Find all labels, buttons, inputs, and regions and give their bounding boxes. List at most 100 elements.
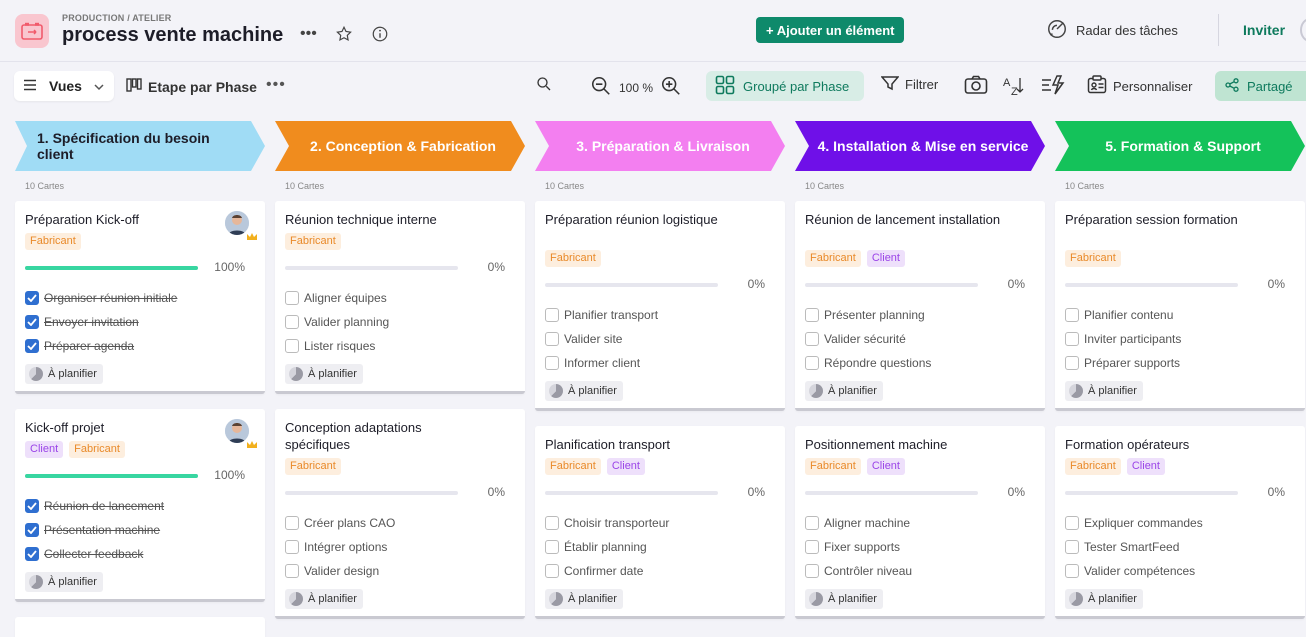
checklist-item[interactable]: Établir planning [545,535,669,559]
checkbox[interactable] [1065,308,1079,322]
card-title[interactable]: Préparation Kick-off [25,211,221,228]
status-badge[interactable]: À planifier [545,589,623,609]
zoom-in-icon[interactable] [660,75,682,100]
tag-client[interactable]: Client [606,458,645,475]
phase-header[interactable]: 4. Installation & Mise en service [795,121,1045,171]
checklist-item[interactable]: Répondre questions [805,351,931,375]
checklist-item[interactable]: Aligner machine [805,511,912,535]
status-badge[interactable]: À planifier [805,589,883,609]
checklist-item[interactable]: Planifier transport [545,303,658,327]
checklist-item[interactable]: Valider sécurité [805,327,931,351]
tag-client[interactable]: Client [1126,458,1165,475]
checkbox[interactable] [25,523,39,537]
checkbox[interactable] [545,332,559,346]
checklist-item[interactable]: Choisir transporteur [545,511,669,535]
checkbox[interactable] [1065,332,1079,346]
status-badge[interactable]: À planifier [545,381,623,401]
checkbox[interactable] [805,516,819,530]
invite-button[interactable]: Inviter [1243,22,1285,38]
checklist-item[interactable]: Préparer agenda [25,334,177,358]
user-avatar[interactable] [1300,18,1306,42]
group-by-button[interactable]: Groupé par Phase [706,71,864,101]
card-title[interactable]: Préparation réunion logistique [545,211,741,228]
views-dropdown[interactable]: Vues [14,71,114,101]
card-title[interactable]: Kick-off projet [25,419,221,436]
card-title[interactable]: Formation opérateurs [1065,436,1261,453]
phase-header[interactable]: 1. Spécification du besoin client [15,121,265,171]
checklist-item[interactable]: Aligner équipes [285,286,389,310]
search-icon[interactable] [535,75,553,93]
app-icon[interactable] [15,14,49,48]
status-badge[interactable]: À planifier [1065,589,1143,609]
checkbox[interactable] [285,564,299,578]
checkbox[interactable] [805,356,819,370]
card-title[interactable]: Réunion de lancement installation [805,211,1001,228]
customize-button[interactable]: Personnaliser [1087,75,1193,98]
checklist-item[interactable]: Expliquer commandes [1065,511,1203,535]
tag-client[interactable]: Client [866,250,905,267]
checkbox[interactable] [25,315,39,329]
status-badge[interactable]: À planifier [285,364,363,384]
checklist-item[interactable]: Valider site [545,327,658,351]
task-card[interactable]: Préparation session formation Fabricant 0%… [1055,201,1305,411]
tag-fabricant[interactable]: Fabricant [285,233,341,250]
tag-client[interactable]: Client [25,441,64,458]
camera-icon[interactable] [964,75,988,95]
phase-header[interactable]: 3. Préparation & Livraison [535,121,785,171]
checklist-item[interactable]: Préparer supports [1065,351,1181,375]
tag-fabricant[interactable]: Fabricant [69,441,125,458]
card-title[interactable]: Positionnement machine [805,436,1001,453]
tag-fabricant[interactable]: Fabricant [285,458,341,475]
task-card[interactable]: Planification transport Fabricant Client 0%… [535,426,785,619]
task-card[interactable]: Préparation réunion logistique Fabricant 0… [535,201,785,411]
checklist-item[interactable]: Fixer supports [805,535,912,559]
checkbox[interactable] [1065,540,1079,554]
checkbox[interactable] [25,339,39,353]
task-card[interactable]: Positionnement machine Fabricant Client 0% A… [795,426,1045,619]
phase-header[interactable]: 2. Conception & Fabrication [275,121,525,171]
checkbox[interactable] [1065,356,1079,370]
phase-header[interactable]: 5. Formation & Support [1055,121,1305,171]
current-view[interactable]: Etape par Phase [126,78,257,95]
checkbox[interactable] [545,308,559,322]
tag-fabricant[interactable]: Fabricant [1065,250,1121,267]
checklist-item[interactable]: Envoyer invitation [25,310,177,334]
status-badge[interactable]: À planifier [25,572,103,592]
checklist-item[interactable]: Valider design [285,559,395,583]
tag-fabricant[interactable]: Fabricant [805,458,861,475]
task-card[interactable] [15,617,265,637]
automation-icon[interactable] [1041,75,1065,95]
checkbox[interactable] [805,540,819,554]
checklist-item[interactable]: Informer client [545,351,658,375]
checkbox[interactable] [805,308,819,322]
more-options-icon[interactable]: ••• [300,25,317,43]
checklist-item[interactable]: Valider compétences [1065,559,1203,583]
info-icon[interactable] [371,25,389,43]
zoom-out-icon[interactable] [590,75,612,100]
tag-fabricant[interactable]: Fabricant [545,458,601,475]
tag-fabricant[interactable]: Fabricant [805,250,861,267]
checkbox[interactable] [25,499,39,513]
status-badge[interactable]: À planifier [25,364,103,384]
task-card[interactable]: Kick-off projet Client Fabricant 100% Réunio… [15,409,265,602]
checkbox[interactable] [545,564,559,578]
checklist-item[interactable]: Contrôler niveau [805,559,912,583]
card-title[interactable]: Conception adaptations spécifiques [285,419,481,453]
checkbox[interactable] [285,516,299,530]
task-card[interactable]: Formation opérateurs Fabricant Client 0% Exp… [1055,426,1305,619]
tag-client[interactable]: Client [866,458,905,475]
status-badge[interactable]: À planifier [805,381,883,401]
checkbox[interactable] [805,332,819,346]
status-badge[interactable]: À planifier [285,589,363,609]
task-card[interactable]: Réunion technique interne Fabricant 0% Alig… [275,201,525,394]
add-item-button[interactable]: + Ajouter un élément [756,17,905,43]
checkbox[interactable] [285,540,299,554]
checklist-item[interactable]: Intégrer options [285,535,395,559]
checklist-item[interactable]: Confirmer date [545,559,669,583]
sort-az-icon[interactable]: AZ [1002,75,1024,97]
task-card[interactable]: Préparation Kick-off Fabricant 100% Organis… [15,201,265,394]
checkbox[interactable] [1065,564,1079,578]
checkbox[interactable] [25,291,39,305]
task-card[interactable]: Réunion de lancement installation Fabrica… [795,201,1045,411]
card-title[interactable]: Planification transport [545,436,741,453]
